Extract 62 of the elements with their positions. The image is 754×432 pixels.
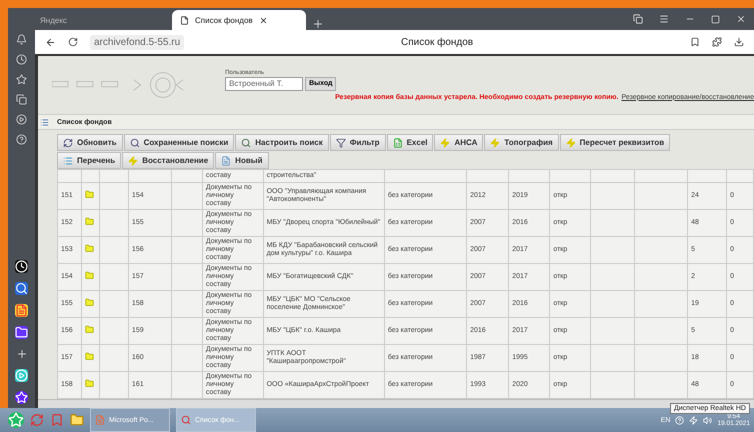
user-field[interactable]: Встроенный Т. [225,76,304,90]
folder-icon [84,298,94,307]
toolbar-button[interactable]: Сохраненные поиски [124,134,234,151]
play-icon[interactable] [16,114,27,125]
list-icon [63,156,73,166]
lightning-icon [128,156,138,166]
collections-icon[interactable] [16,94,27,105]
close-icon [258,16,268,24]
toolbar-button[interactable]: Перечень [57,152,122,169]
browser-tab[interactable]: Яндекс [32,10,166,30]
presentation-icon [95,415,105,425]
folder-icon [84,352,94,361]
bookmark-icon[interactable] [690,37,700,47]
folder-icon [84,217,94,226]
reload-icon[interactable] [68,37,78,47]
extensions-icon[interactable] [712,37,722,47]
menu-icon[interactable] [659,14,669,24]
page-title: Список фондов [401,36,474,48]
star-icon[interactable] [16,74,27,85]
toolbar-button[interactable]: Обновить [57,134,123,151]
close-icon[interactable] [736,14,746,24]
start-icon[interactable] [8,412,24,428]
toolbar-button[interactable]: Топография [484,134,559,151]
page-icon [180,16,189,24]
toolbar-button[interactable]: Excel [386,134,434,151]
folder-icon [84,325,94,334]
back-icon[interactable] [45,36,56,48]
maximize-icon[interactable] [711,14,720,24]
lightning-icon [440,138,450,148]
toolbar-button[interactable]: Новый [215,152,269,169]
tree-icon [40,118,49,126]
toolbar-button[interactable]: Настроить поиск [235,134,329,151]
search-icon [130,138,140,148]
address-field[interactable]: archivefond.5-55.ru [90,34,184,50]
lightning-icon [490,138,500,148]
add-icon[interactable] [16,348,28,360]
search-icon [241,138,252,148]
browser-tab[interactable]: Список фондов [172,10,306,30]
clock-icon[interactable] [16,54,27,65]
folder-icon [84,271,94,280]
toolbar-button[interactable]: АНСА [434,134,484,151]
toolbar-button[interactable]: Восстановление [122,152,214,169]
download-icon[interactable] [734,37,744,47]
help-icon[interactable] [16,134,27,145]
tabs-icon[interactable] [633,14,643,24]
app-icon[interactable] [15,326,28,339]
tray-icon[interactable] [689,416,698,424]
spreadsheet-icon [392,138,403,148]
new-tab-icon[interactable] [312,18,324,30]
folder-icon[interactable] [70,413,84,427]
folder-icon [84,190,94,199]
toolbar-button[interactable]: Фильтр [330,134,386,151]
toolbar-button[interactable]: Пересчет реквизитов [560,134,670,151]
lightning-icon [566,138,576,148]
app-icon[interactable] [15,260,28,273]
bell-icon[interactable] [16,34,27,45]
filter-icon [336,138,346,148]
folder-icon [84,379,94,388]
refresh-icon [63,138,73,148]
document-icon [221,156,232,166]
volume-icon[interactable] [703,416,712,424]
folder-icon [84,244,94,253]
